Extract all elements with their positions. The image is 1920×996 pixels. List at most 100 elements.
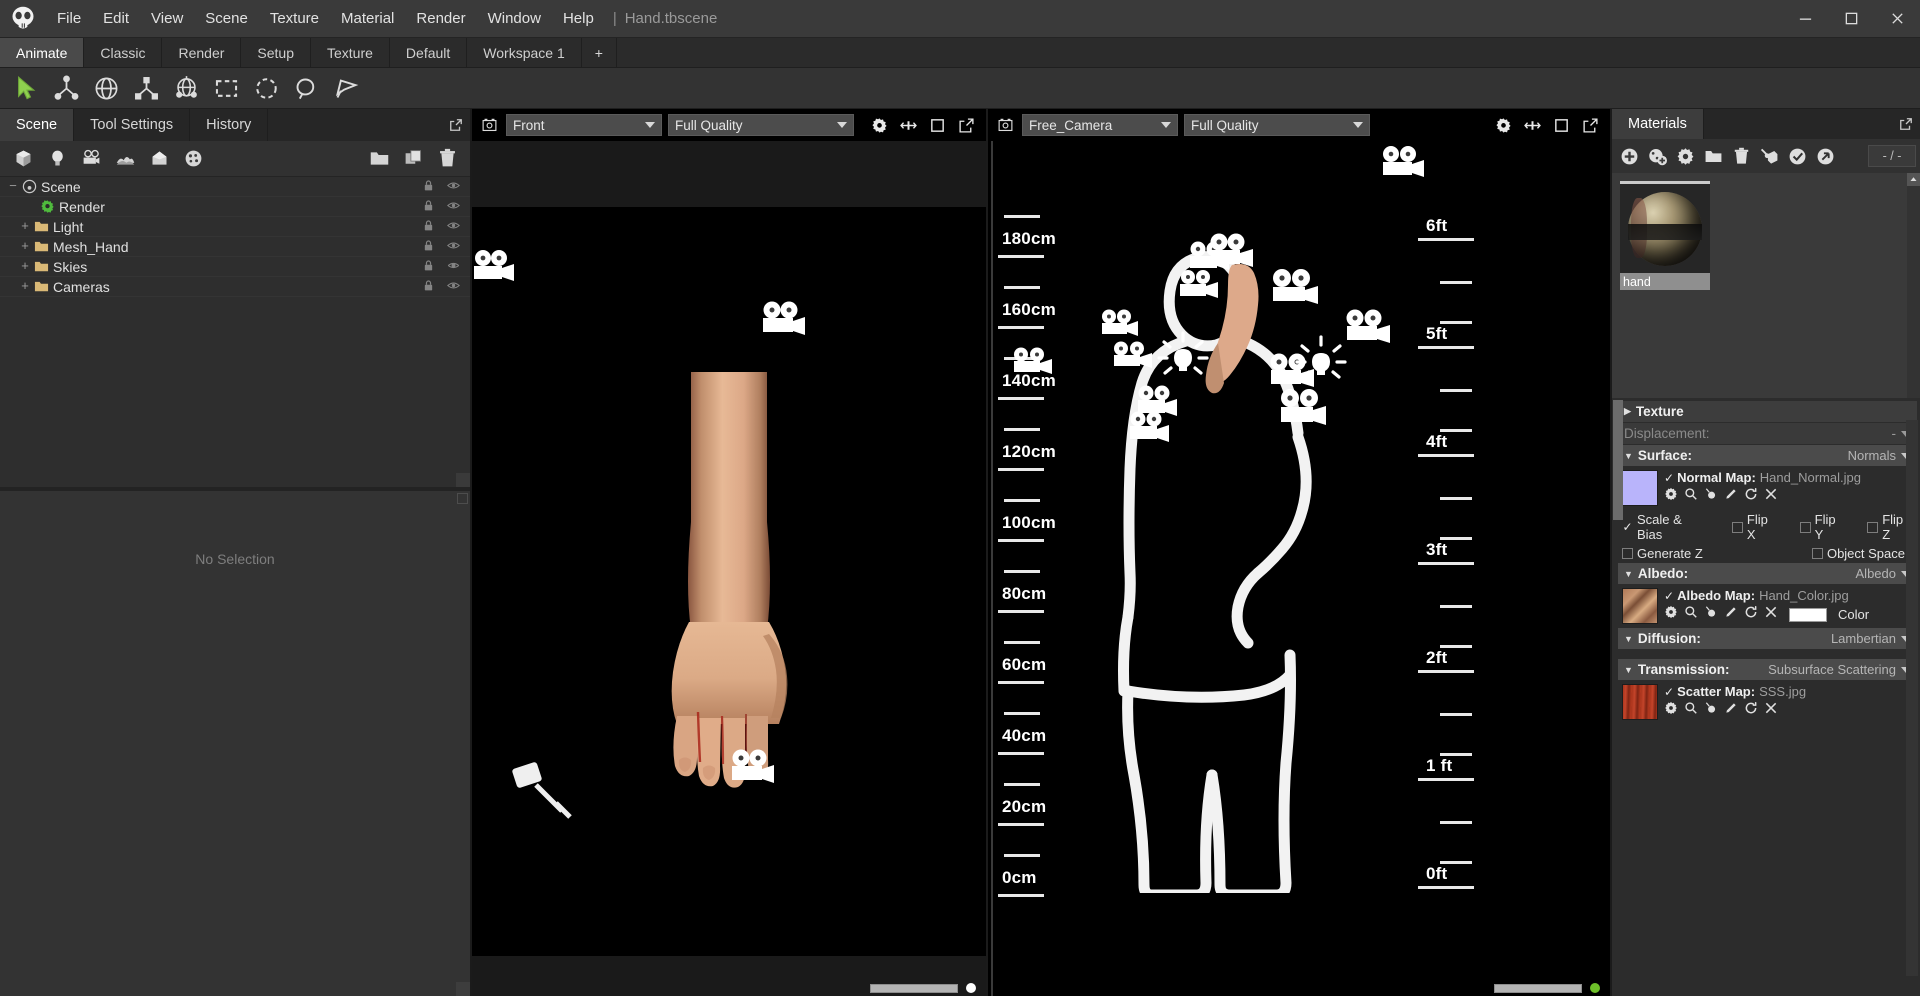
albedo-map-checkbox[interactable]: ✓: [1664, 589, 1674, 603]
left-viewport-record-dot[interactable]: [966, 983, 976, 993]
delete-icon[interactable]: [432, 145, 462, 173]
move-icon[interactable]: [1522, 115, 1542, 135]
menu-item-edit[interactable]: Edit: [92, 0, 140, 37]
tree-row-light[interactable]: + Light: [0, 217, 470, 237]
menu-item-render[interactable]: Render: [405, 0, 476, 37]
object-space-checkbox[interactable]: [1811, 548, 1823, 559]
edit-icon[interactable]: [1724, 487, 1738, 506]
gear-icon[interactable]: [1664, 701, 1678, 720]
gear-icon[interactable]: [1664, 605, 1678, 624]
menu-item-file[interactable]: File: [46, 0, 92, 37]
left-viewport-camera-select[interactable]: Front: [506, 114, 662, 136]
properties-resize-handle[interactable]: [456, 982, 470, 996]
light-gizmo[interactable]: [510, 759, 576, 826]
workspace-tab-animate[interactable]: Animate: [0, 38, 85, 67]
picker-icon[interactable]: [1704, 487, 1718, 506]
flip-x-checkbox[interactable]: [1731, 521, 1743, 533]
delete-icon[interactable]: [1728, 143, 1754, 169]
section-header-texture[interactable]: ▶ Texture: [1618, 401, 1917, 422]
flip-y-checkbox[interactable]: [1799, 521, 1811, 533]
albedo-value-group[interactable]: Albedo: [1856, 566, 1911, 581]
albedo-color-swatch[interactable]: [1789, 607, 1827, 622]
folder-icon[interactable]: [364, 145, 394, 173]
duplicate-icon[interactable]: [398, 145, 428, 173]
flip-z-checkbox[interactable]: [1867, 521, 1879, 533]
scale-bias-checkbox[interactable]: ✓: [1622, 520, 1633, 534]
tree-expander[interactable]: +: [18, 259, 32, 274]
scene-tree-resize-handle[interactable]: [456, 473, 470, 487]
frame-icon[interactable]: [927, 115, 947, 135]
scale-tool-icon[interactable]: [126, 71, 166, 105]
rect-marquee-tool-icon[interactable]: [206, 71, 246, 105]
transform-tool-icon[interactable]: [166, 71, 206, 105]
left-viewport-canvas[interactable]: [472, 141, 986, 996]
visibility-eye-icon[interactable]: [447, 279, 460, 295]
lock-icon[interactable]: [422, 199, 435, 215]
surface-value-group[interactable]: Normals: [1848, 448, 1911, 463]
add-object-icon[interactable]: [144, 145, 174, 173]
add-camera-icon[interactable]: [76, 145, 106, 173]
material-grid[interactable]: hand: [1612, 173, 1920, 398]
camera-gizmo[interactable]: [1012, 347, 1056, 379]
add-light-icon[interactable]: [42, 145, 72, 173]
visibility-eye-icon[interactable]: [447, 199, 460, 215]
picker-icon[interactable]: [1704, 701, 1718, 720]
tab-tool-settings[interactable]: Tool Settings: [74, 109, 191, 141]
tab-scene[interactable]: Scene: [0, 109, 75, 141]
hand-mesh-render[interactable]: [472, 207, 986, 956]
workspace-tab-workspace-1[interactable]: Workspace 1: [467, 38, 582, 67]
normal-map-checkbox[interactable]: ✓: [1664, 471, 1674, 485]
select-arrow-tool-icon[interactable]: [6, 71, 46, 105]
gear-icon[interactable]: [869, 115, 889, 135]
scatter-map-thumbnail[interactable]: [1622, 684, 1658, 720]
menu-item-scene[interactable]: Scene: [194, 0, 259, 37]
add-material-icon[interactable]: [1616, 143, 1642, 169]
tree-row-mesh-hand[interactable]: + Mesh_Hand: [0, 237, 470, 257]
lock-icon[interactable]: [422, 239, 435, 255]
workspace-tab-default[interactable]: Default: [389, 38, 468, 67]
lock-icon[interactable]: [422, 279, 435, 295]
visibility-eye-icon[interactable]: [447, 179, 460, 195]
material-properties-handle[interactable]: [1613, 400, 1623, 520]
lock-icon[interactable]: [422, 259, 435, 275]
menu-item-window[interactable]: Window: [477, 0, 552, 37]
ellipse-marquee-tool-icon[interactable]: [246, 71, 286, 105]
polygon-lasso-tool-icon[interactable]: [326, 71, 366, 105]
diffusion-value-group[interactable]: Lambertian: [1831, 631, 1911, 646]
section-header-displacement[interactable]: Displacement: -: [1618, 423, 1917, 444]
section-header-surface[interactable]: ▼ Surface: Normals: [1618, 445, 1917, 466]
frame-icon[interactable]: [1551, 115, 1571, 135]
camera-gizmo[interactable]: [730, 749, 778, 787]
left-viewport[interactable]: Front Full Quality: [472, 109, 988, 996]
workspace-tab-classic[interactable]: Classic: [84, 38, 163, 67]
material-cell-hand[interactable]: hand: [1620, 181, 1710, 290]
add-material-icon[interactable]: [178, 145, 208, 173]
assign-material-icon[interactable]: [1756, 143, 1782, 169]
material-settings-icon[interactable]: [1672, 143, 1698, 169]
popout-icon[interactable]: [1580, 115, 1600, 135]
camera-gizmo[interactable]: [1112, 341, 1156, 373]
camera-gizmo[interactable]: [1128, 411, 1174, 447]
material-thumbnail[interactable]: [1620, 181, 1710, 273]
normal-map-thumbnail[interactable]: [1622, 470, 1658, 506]
search-icon[interactable]: [1684, 701, 1698, 720]
remove-icon[interactable]: [1764, 605, 1778, 624]
tree-row-skies[interactable]: + Skies: [0, 257, 470, 277]
properties-corner-handle[interactable]: [457, 493, 468, 504]
transmission-value-group[interactable]: Subsurface Scattering: [1768, 662, 1911, 677]
albedo-map-thumbnail[interactable]: [1622, 588, 1658, 624]
tree-expander[interactable]: +: [18, 279, 32, 294]
lock-icon[interactable]: [422, 219, 435, 235]
lasso-tool-icon[interactable]: [286, 71, 326, 105]
edit-icon[interactable]: [1724, 605, 1738, 624]
gear-icon[interactable]: [1664, 487, 1678, 506]
visibility-eye-icon[interactable]: [447, 239, 460, 255]
workspace-tab-setup[interactable]: Setup: [241, 38, 311, 67]
tree-row-render[interactable]: Render: [0, 197, 470, 217]
right-viewport-record-dot[interactable]: [1590, 983, 1600, 993]
material-count-field[interactable]: - / -: [1868, 145, 1916, 167]
remove-icon[interactable]: [1764, 487, 1778, 506]
menu-item-help[interactable]: Help: [552, 0, 605, 37]
lock-icon[interactable]: [422, 179, 435, 195]
tab-materials[interactable]: Materials: [1612, 109, 1704, 139]
